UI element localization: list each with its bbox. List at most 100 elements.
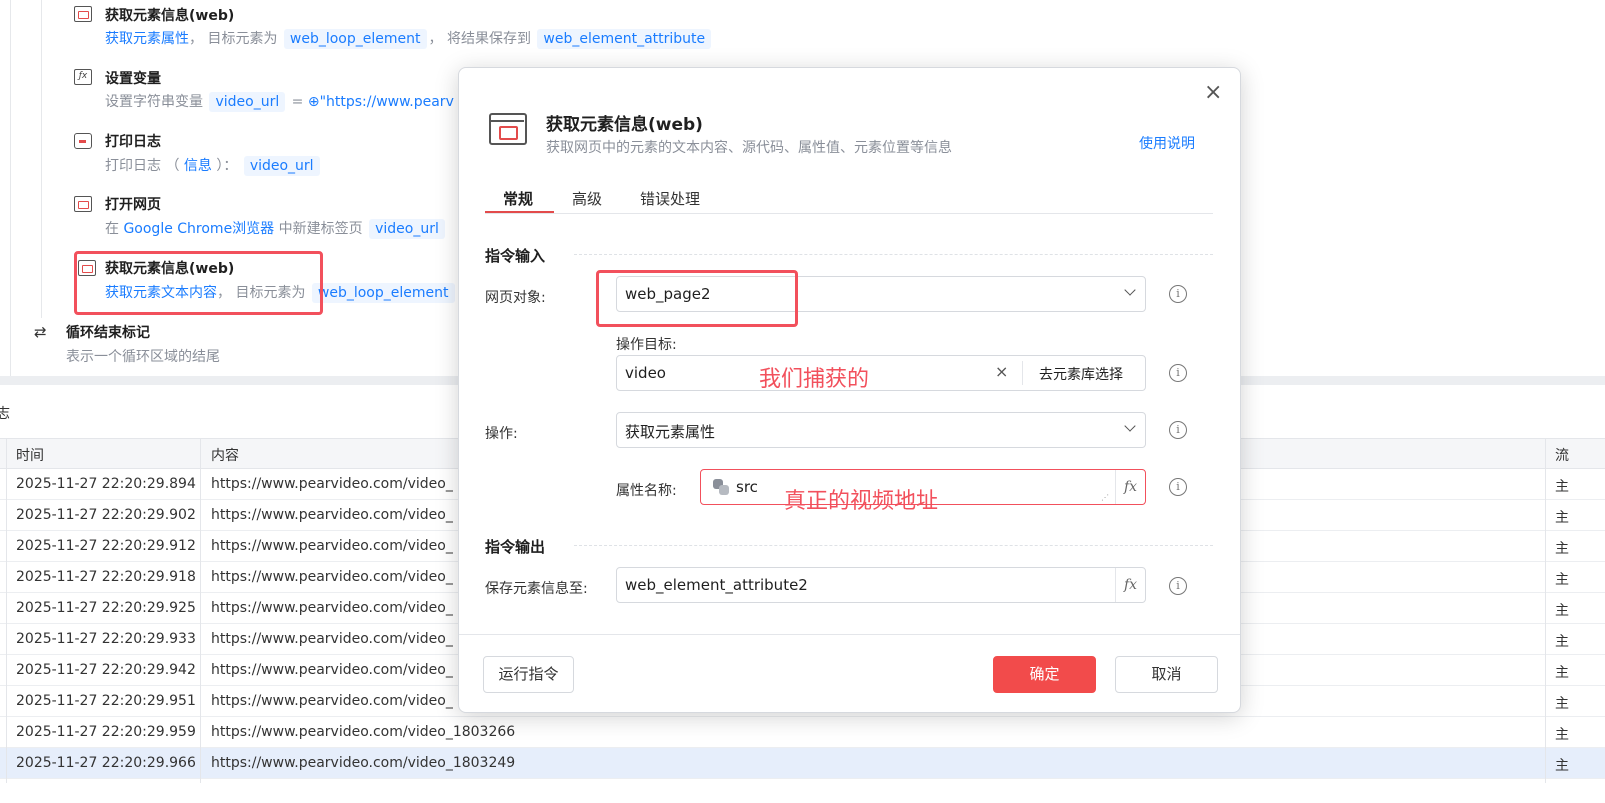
attribute-name-value: src [736, 478, 758, 496]
column-divider[interactable] [200, 438, 201, 783]
divider [574, 545, 1213, 546]
column-divider[interactable] [1545, 438, 1546, 783]
python-icon [713, 479, 729, 495]
cell-content: https://www.pearvideo.com/video_ [211, 600, 453, 616]
select-from-library-button[interactable]: 去元素库选择 [1039, 364, 1123, 384]
ok-button[interactable]: 确定 [993, 656, 1096, 693]
column-header-flow[interactable]: 流 [1555, 445, 1569, 465]
cancel-button[interactable]: 取消 [1115, 656, 1218, 693]
cell-content: https://www.pearvideo.com/video_ [211, 569, 453, 585]
desc-text: ， 将结果保存到 [428, 31, 536, 47]
save-to-value: web_element_attribute2 [625, 576, 808, 594]
table-row[interactable]: 2025-11-27 22:20:29.966 https://www.pearv… [0, 748, 1605, 779]
step-title[interactable]: 打印日志 [105, 131, 161, 151]
target-input[interactable]: video × 去元素库选择 [616, 355, 1146, 391]
variable-tag[interactable]: web_loop_element [283, 29, 427, 49]
step-desc[interactable]: 在 Google Chrome浏览器 中新建标签页 video_url [105, 218, 447, 239]
variable-tag[interactable]: web_loop_element [311, 283, 455, 303]
active-tab-indicator [485, 211, 554, 213]
cell-time: 2025-11-27 22:20:29.918 [16, 569, 196, 585]
info-icon[interactable]: i [1169, 364, 1187, 382]
desc-link[interactable]: 信息 [184, 158, 212, 174]
desc-text: = [287, 94, 308, 110]
operation-select[interactable]: 获取元素属性 [616, 412, 1146, 448]
desc-text: 中新建标签页 [274, 221, 368, 237]
function-icon[interactable]: fx [1115, 568, 1145, 602]
annotation-text: 真正的视频地址 [784, 489, 939, 514]
annotation-text: 我们捕获的 [759, 367, 870, 392]
cell-flow: 主 [1555, 510, 1569, 526]
tab-general[interactable]: 常规 [503, 188, 533, 209]
desc-text: 打印日志 （ [105, 158, 184, 174]
cell-content: https://www.pearvideo.com/video_1803266 [211, 724, 516, 740]
cell-time: 2025-11-27 22:20:29.902 [16, 507, 196, 523]
browser-icon [74, 6, 92, 22]
dialog-subtitle: 获取网页中的元素的文本内容、源代码、属性值、元素位置等信息 [546, 140, 952, 156]
cell-content: https://www.pearvideo.com/video_ [211, 507, 453, 523]
tab-error-handling[interactable]: 错误处理 [640, 188, 700, 209]
desc-text: ）： [211, 158, 242, 174]
variable-tag[interactable]: video_url [209, 92, 286, 112]
chevron-down-icon[interactable] [1125, 422, 1135, 432]
cell-content: https://www.pearvideo.com/video_ [211, 662, 453, 678]
info-icon[interactable]: i [1169, 285, 1187, 303]
step-title[interactable]: 打开网页 [105, 194, 161, 214]
chevron-down-icon[interactable] [1125, 286, 1135, 296]
save-to-label: 保存元素信息至: [485, 581, 588, 597]
divider [1022, 361, 1023, 385]
cell-time: 2025-11-27 22:20:29.942 [16, 662, 196, 678]
step-title[interactable]: 设置变量 [105, 68, 161, 88]
desc-link[interactable]: 获取元素属性 [105, 31, 189, 47]
tab-advanced[interactable]: 高级 [572, 188, 602, 209]
element-info-dialog: × 获取元素信息(web) 获取网页中的元素的文本内容、源代码、属性值、元素位置… [458, 67, 1241, 713]
step-desc[interactable]: 设置字符串变量 video_url = ⊕"https://www.pearv [105, 91, 454, 112]
resize-handle-icon[interactable]: ⋰ [1101, 493, 1109, 502]
run-command-button[interactable]: 运行指令 [483, 656, 574, 693]
column-header-time[interactable]: 时间 [16, 445, 44, 465]
save-to-input[interactable]: web_element_attribute2 fx [616, 567, 1146, 603]
printer-icon [74, 133, 92, 149]
cell-time: 2025-11-27 22:20:29.912 [16, 538, 196, 554]
clear-icon[interactable]: × [995, 362, 1008, 381]
browser-icon [74, 196, 92, 212]
cell-flow: 主 [1555, 758, 1569, 774]
step-title[interactable]: 获取元素信息(web) [105, 5, 234, 25]
cell-flow: 主 [1555, 603, 1569, 619]
attribute-name-label: 属性名称: [616, 483, 677, 499]
page-object-label: 网页对象: [485, 290, 546, 306]
variable-tag[interactable]: video_url [369, 219, 445, 239]
tab-bar: 常规 高级 错误处理 [485, 186, 1213, 214]
column-header-content[interactable]: 内容 [211, 445, 239, 465]
desc-text: 在 [105, 221, 124, 237]
cell-flow: 主 [1555, 696, 1569, 712]
cell-content: https://www.pearvideo.com/video_ [211, 538, 453, 554]
table-row[interactable]: 2025-11-27 22:20:29.959 https://www.pearv… [0, 717, 1605, 748]
desc-link[interactable]: ⊕"https://www.pearv [308, 94, 454, 110]
operation-label: 操作: [485, 426, 518, 442]
variable-tag[interactable]: web_element_attribute [537, 29, 712, 49]
info-icon[interactable]: i [1169, 421, 1187, 439]
cell-time: 2025-11-27 22:20:29.925 [16, 600, 196, 616]
info-icon[interactable]: i [1169, 478, 1187, 496]
cell-flow: 主 [1555, 665, 1569, 681]
help-link[interactable]: 使用说明 [1139, 133, 1195, 153]
cell-flow: 主 [1555, 727, 1569, 743]
cell-flow: 主 [1555, 572, 1569, 588]
info-icon[interactable]: i [1169, 577, 1187, 595]
step-desc[interactable]: 打印日志 （ 信息 ）： video_url [105, 155, 322, 176]
loop-end-icon: ⇄ [34, 323, 47, 341]
cell-content: https://www.pearvideo.com/video_1803249 [211, 755, 516, 771]
loop-end-title[interactable]: 循环结束标记 [66, 322, 150, 342]
column-divider [6, 438, 7, 783]
browser-icon [489, 113, 527, 145]
cell-flow: 主 [1555, 634, 1569, 650]
function-icon[interactable]: fx [1115, 470, 1145, 504]
close-icon[interactable]: × [1204, 82, 1222, 104]
dialog-title: 获取元素信息(web) [546, 115, 703, 135]
cell-time: 2025-11-27 22:20:29.959 [16, 724, 196, 740]
desc-link[interactable]: Google Chrome浏览器 [123, 221, 274, 237]
cell-content: https://www.pearvideo.com/video_ [211, 476, 453, 492]
divider [574, 254, 1213, 255]
step-desc[interactable]: 获取元素属性， 目标元素为 web_loop_element， 将结果保存到 w… [105, 28, 713, 49]
variable-tag[interactable]: video_url [243, 156, 320, 176]
